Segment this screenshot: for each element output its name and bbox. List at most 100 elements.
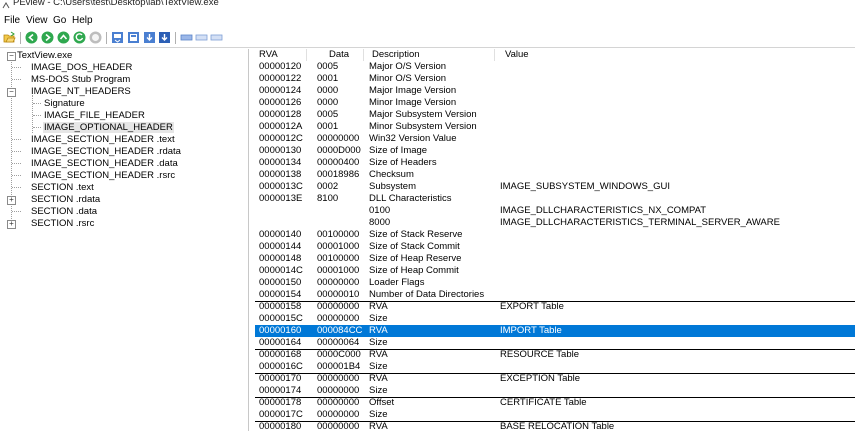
expand-toggle[interactable]: + (7, 196, 16, 205)
layout-triple-icon[interactable] (210, 31, 223, 44)
view-struct-icon[interactable] (158, 31, 171, 44)
cell-data: 00000000 (317, 277, 360, 288)
tree-connector (33, 115, 41, 116)
tree-item-file-header[interactable]: IMAGE_FILE_HEADER (44, 110, 145, 121)
cell-data: 00000000 (317, 301, 360, 312)
table-row[interactable]: 00000150 00000000 Loader Flags (255, 277, 855, 289)
table-row[interactable]: 00000134 00000400 Size of Headers (255, 157, 855, 169)
tree-item-section-header-data[interactable]: IMAGE_SECTION_HEADER .data (31, 158, 178, 169)
tree-item-section-header-rdata[interactable]: IMAGE_SECTION_HEADER .rdata (31, 146, 181, 157)
table-row[interactable]: 00000130 0000D000 Size of Image (255, 145, 855, 157)
tree-item-section-rdata[interactable]: SECTION .rdata (31, 194, 100, 205)
cell-data: 00018986 (317, 169, 360, 180)
tree-item-optional-header[interactable]: IMAGE_OPTIONAL_HEADER (43, 122, 174, 133)
layout-single-icon[interactable] (180, 31, 193, 44)
table-row[interactable]: 00000140 00100000 Size of Stack Reserve (255, 229, 855, 241)
tree-item-section-header-rsrc[interactable]: IMAGE_SECTION_HEADER .rsrc (31, 170, 175, 181)
expand-toggle[interactable]: + (7, 220, 16, 229)
tree-item-signature[interactable]: Signature (44, 98, 85, 109)
forward-icon[interactable] (41, 31, 54, 44)
stop-icon[interactable] (89, 31, 102, 44)
column-header-rva[interactable]: RVA (259, 49, 278, 61)
menu-view[interactable]: View (26, 15, 48, 26)
table-row[interactable]: 0000013C 0002 Subsystem IMAGE_SUBSYSTEM_WIN… (255, 181, 855, 193)
cell-value: BASE RELOCATION Table (500, 421, 615, 431)
table-row[interactable]: 00000170 00000000 RVA EXCEPTION Table (255, 373, 855, 385)
tree-item-section-rsrc[interactable]: SECTION .rsrc (31, 218, 94, 229)
table-row[interactable]: 0000017C 00000000 Size (255, 409, 855, 421)
back-icon[interactable] (25, 31, 38, 44)
table-row[interactable]: 0000015C 00000000 Size (255, 313, 855, 325)
table-row[interactable]: 00000164 00000064 Size (255, 337, 855, 349)
tree-connector (12, 175, 21, 176)
table-row[interactable]: 00000120 0005 Major O/S Version (255, 61, 855, 73)
view-hex-icon[interactable] (127, 31, 140, 44)
column-divider[interactable] (363, 49, 364, 61)
cell-value: IMAGE_DLLCHARACTERISTICS_TERMINAL_SERVER… (500, 217, 780, 228)
tree-pane[interactable]: − TextView.exe IMAGE_DOS_HEADER MS-DOS S… (0, 49, 246, 431)
up-icon[interactable] (57, 31, 70, 44)
tree-item-nt-headers[interactable]: IMAGE_NT_HEADERS (31, 86, 131, 97)
table-row[interactable]: 0000012A 0001 Minor Subsystem Version (255, 121, 855, 133)
table-row[interactable]: 00000124 0000 Major Image Version (255, 85, 855, 97)
tree-connector (12, 187, 21, 188)
menu-help[interactable]: Help (72, 15, 93, 26)
table-row[interactable]: 00000126 0000 Minor Image Version (255, 97, 855, 109)
table-row[interactable]: 00000160 000084CC RVA IMPORT Table (255, 325, 855, 337)
cell-data: 00000000 (317, 385, 360, 396)
data-table[interactable]: RVA Data Description Value 00000120 0005 M… (255, 49, 855, 431)
collapse-toggle[interactable]: − (7, 52, 16, 61)
table-row[interactable]: 0000016C 000001B4 Size (255, 361, 855, 373)
table-row[interactable]: 0000012C 00000000 Win32 Version Value (255, 133, 855, 145)
refresh-icon[interactable] (73, 31, 86, 44)
cell-description: Size of Headers (369, 157, 437, 168)
table-row[interactable]: 00000168 0000C000 RVA RESOURCE Table (255, 349, 855, 361)
layout-double-icon[interactable] (195, 31, 208, 44)
table-row[interactable]: 00000180 00000000 RVA BASE RELOCATION Table (255, 421, 855, 431)
view-data-icon[interactable] (111, 31, 124, 44)
view-save-icon[interactable] (143, 31, 156, 44)
table-row[interactable]: 0000013E 8100 DLL Characteristics (255, 193, 855, 205)
table-row[interactable]: 00000144 00001000 Size of Stack Commit (255, 241, 855, 253)
tree-item-section-text[interactable]: SECTION .text (31, 182, 94, 193)
tree-item-section-header-text[interactable]: IMAGE_SECTION_HEADER .text (31, 134, 175, 145)
table-row[interactable]: 8000 IMAGE_DLLCHARACTERISTICS_TERMINAL_SE… (255, 217, 855, 229)
tree-root[interactable]: TextView.exe (17, 50, 72, 61)
table-row[interactable]: 0000014C 00001000 Size of Heap Commit (255, 265, 855, 277)
tree-item-section-data[interactable]: SECTION .data (31, 206, 97, 217)
tree-connector (33, 103, 41, 104)
cell-rva: 00000174 (259, 385, 302, 396)
menu-go[interactable]: Go (53, 15, 66, 26)
table-row[interactable]: 00000158 00000000 RVA EXPORT Table (255, 301, 855, 313)
collapse-toggle[interactable]: − (7, 88, 16, 97)
cell-description: Size of Image (369, 145, 428, 156)
table-row[interactable]: 0100 IMAGE_DLLCHARACTERISTICS_NX_COMPAT (255, 205, 855, 217)
column-header-value[interactable]: Value (505, 49, 529, 61)
cell-rva: 00000144 (259, 241, 302, 252)
table-row[interactable]: 00000178 00000000 Offset CERTIFICATE Table (255, 397, 855, 409)
cell-value: IMAGE_DLLCHARACTERISTICS_NX_COMPAT (500, 205, 707, 216)
cell-description: DLL Characteristics (369, 193, 452, 204)
column-divider[interactable] (494, 49, 495, 61)
pane-splitter[interactable] (248, 49, 249, 431)
table-row[interactable]: 00000148 00100000 Size of Heap Reserve (255, 253, 855, 265)
cell-data: 0001 (317, 121, 339, 132)
cell-description: Size (369, 385, 388, 396)
table-row[interactable]: 00000174 00000000 Size (255, 385, 855, 397)
open-folder-icon[interactable] (3, 31, 16, 44)
menu-file[interactable]: File (4, 15, 20, 26)
table-row[interactable]: 00000154 00000010 Number of Data Directori… (255, 289, 855, 301)
tree-item-dos-stub[interactable]: MS-DOS Stub Program (31, 74, 130, 85)
column-header-description[interactable]: Description (372, 49, 420, 61)
cell-data: 00000000 (317, 373, 360, 384)
cell-rva: 00000138 (259, 169, 302, 180)
tree-connector (12, 163, 21, 164)
table-row[interactable]: 00000122 0001 Minor O/S Version (255, 73, 855, 85)
column-header-data[interactable]: Data (329, 49, 349, 61)
table-row[interactable]: 00000128 0005 Major Subsystem Version (255, 109, 855, 121)
cell-value: IMAGE_SUBSYSTEM_WINDOWS_GUI (500, 181, 670, 192)
table-row[interactable]: 00000138 00018986 Checksum (255, 169, 855, 181)
tree-item-dos-header[interactable]: IMAGE_DOS_HEADER (31, 62, 132, 73)
cell-description: Size of Heap Commit (369, 265, 459, 276)
column-divider[interactable] (306, 49, 307, 61)
